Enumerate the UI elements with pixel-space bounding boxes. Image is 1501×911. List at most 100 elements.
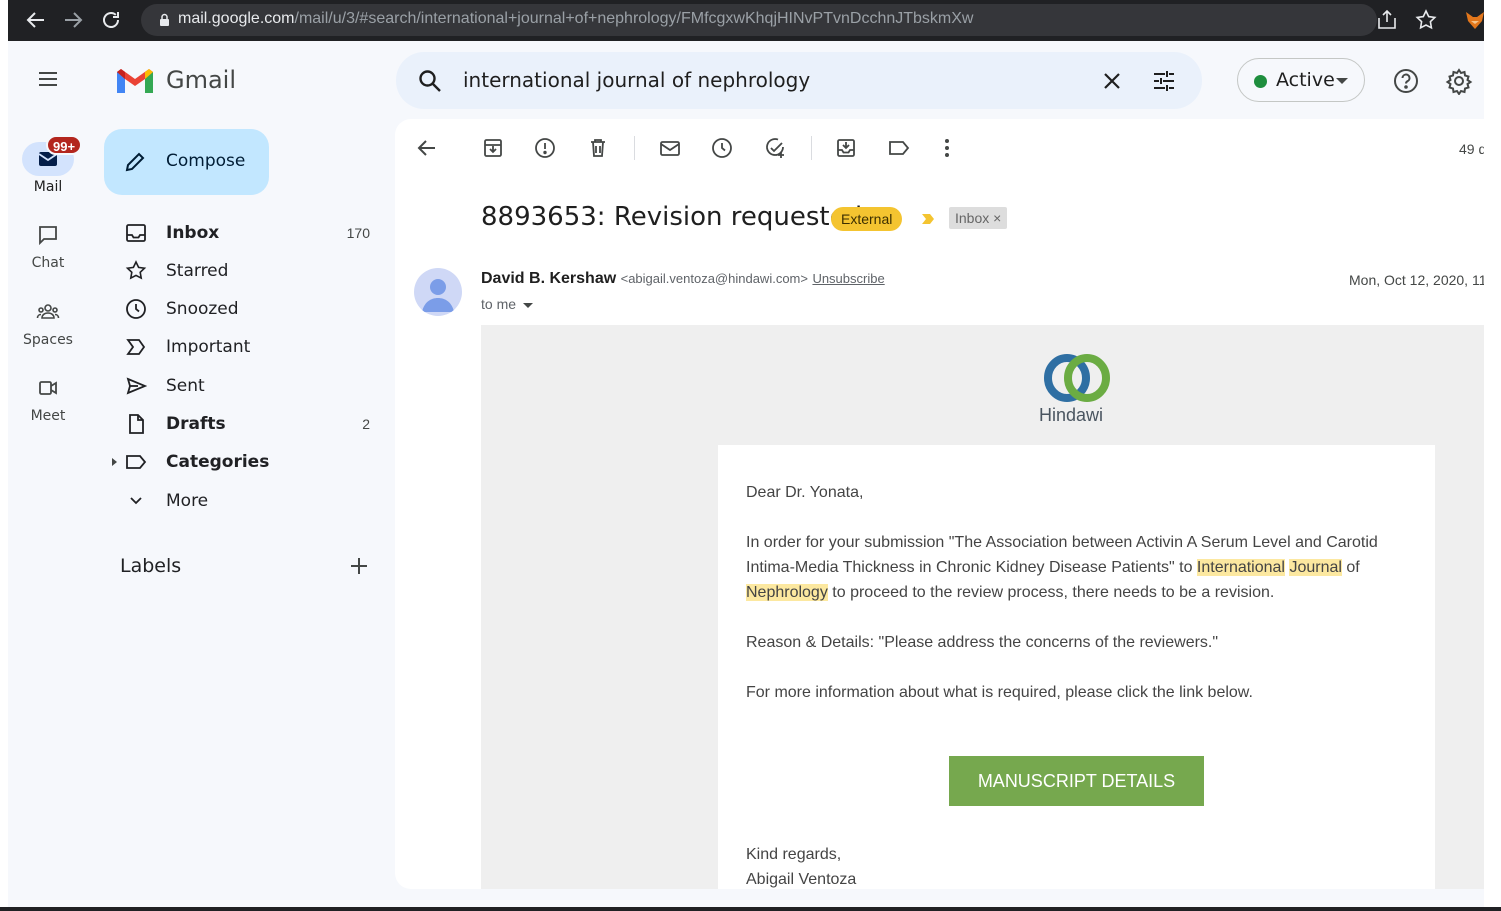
- sidebar-item-count: 170: [346, 225, 370, 241]
- search-highlight: Journal: [1289, 559, 1342, 576]
- external-badge: External: [831, 207, 903, 231]
- gear-icon[interactable]: [1445, 67, 1473, 96]
- labels-heading: Labels: [120, 555, 182, 577]
- search-bar[interactable]: international journal of nephrology: [396, 52, 1202, 109]
- sidebar-item-snoozed[interactable]: Snoozed: [104, 292, 382, 326]
- sender-email: <abigail.ventoza@hindawi.com>: [620, 271, 808, 286]
- back-arrow-icon[interactable]: [415, 136, 439, 160]
- spaces-icon: [36, 304, 60, 319]
- importance-marker-icon[interactable]: [921, 212, 935, 226]
- status-dot: [1254, 75, 1267, 88]
- reload-icon[interactable]: [99, 8, 123, 32]
- sidebar-item-inbox[interactable]: Inbox 170: [104, 216, 382, 250]
- fox-icon[interactable]: [1464, 10, 1486, 30]
- more-vert-icon[interactable]: [935, 136, 959, 160]
- info-paragraph: For more information about what is requi…: [746, 684, 1253, 701]
- chevron-right-icon[interactable]: [112, 458, 117, 466]
- message-subject: 8893653: Revision requested: [481, 202, 863, 232]
- sidebar-item-label: Snoozed: [166, 299, 239, 319]
- label-icon: [126, 455, 147, 469]
- sidebar-item-label: More: [166, 491, 209, 511]
- paragraph-text: to proceed to the review process, there …: [827, 584, 1275, 601]
- rail-label: Spaces: [23, 332, 73, 348]
- rail-pill-meet: [22, 371, 74, 405]
- pencil-icon: [125, 152, 145, 172]
- chevron-down-icon: [1336, 78, 1348, 84]
- star-icon[interactable]: [1414, 8, 1438, 32]
- submission-paragraph: In order for your submission "The Associ…: [746, 530, 1418, 605]
- menu-icon[interactable]: [36, 67, 60, 91]
- unsubscribe-link[interactable]: Unsubscribe: [812, 271, 884, 286]
- email-body: Hindawi Dear Dr. Yonata, In order for yo…: [481, 325, 1484, 889]
- mark-unread-icon[interactable]: [658, 136, 682, 160]
- search-icon[interactable]: [417, 68, 443, 94]
- report-spam-icon[interactable]: [533, 136, 557, 160]
- star-icon: [125, 260, 147, 280]
- sidebar-item-label: Categories: [166, 452, 270, 472]
- sidebar-item-sent[interactable]: Sent: [104, 369, 382, 403]
- inbox-label-chip[interactable]: Inbox ×: [949, 207, 1008, 229]
- address-bar[interactable]: mail.google.com/mail/u/3/#search/interna…: [141, 4, 1377, 36]
- status-label: Active: [1276, 69, 1335, 91]
- sidebar-item-label: Inbox: [166, 223, 220, 243]
- help-icon[interactable]: [1392, 67, 1420, 95]
- sidebar-item-label: Important: [166, 337, 251, 357]
- search-input[interactable]: international journal of nephrology: [463, 68, 810, 92]
- compose-label: Compose: [166, 151, 246, 171]
- gmail-app: Gmail international journal of nephrolog…: [8, 41, 1484, 911]
- sidebar-item-label: Drafts: [166, 414, 226, 434]
- lock-icon: [160, 13, 169, 26]
- recipient-details[interactable]: to me: [481, 296, 534, 312]
- rail-item-meet[interactable]: Meet: [8, 371, 88, 424]
- draft-icon: [129, 414, 144, 434]
- snooze-icon[interactable]: [710, 136, 734, 160]
- pagination-count: 49 d: [1459, 141, 1484, 157]
- rail-label: Mail: [33, 179, 63, 195]
- toolbar-divider: [634, 136, 635, 160]
- rail-pill-spaces: [22, 295, 74, 329]
- plus-icon[interactable]: [348, 555, 370, 577]
- hindawi-logo-icon: [1044, 354, 1110, 402]
- reason-paragraph: Reason & Details: "Please address the co…: [746, 634, 1219, 651]
- sidebar-item-label: Starred: [166, 261, 229, 281]
- email-card: Dear Dr. Yonata, In order for your submi…: [718, 445, 1435, 889]
- sidebar-item-label: Sent: [166, 376, 205, 396]
- gmail-wordmark[interactable]: Gmail: [166, 66, 236, 94]
- sidebar-item-categories[interactable]: Categories: [104, 445, 382, 479]
- important-icon: [126, 339, 146, 355]
- sidebar-item-more[interactable]: More: [104, 484, 382, 518]
- chevron-down-icon: [130, 497, 142, 505]
- close-icon[interactable]: [1099, 68, 1125, 94]
- rail-pill-chat: [22, 218, 74, 252]
- sidebar-item-count: 2: [362, 416, 370, 432]
- snooze-icon: [126, 299, 146, 319]
- sidebar-item-important[interactable]: Important: [104, 330, 382, 364]
- sidebar-item-drafts[interactable]: Drafts 2: [104, 407, 382, 441]
- label-icon[interactable]: [887, 136, 911, 160]
- add-task-icon[interactable]: [763, 136, 787, 160]
- meet-icon: [39, 381, 57, 395]
- toolbar-divider: [811, 136, 812, 160]
- rail-item-chat[interactable]: Chat: [8, 218, 88, 271]
- share-icon[interactable]: [1375, 8, 1399, 32]
- compose-button[interactable]: Compose: [104, 129, 269, 195]
- tune-icon[interactable]: [1151, 68, 1177, 94]
- url-text: mail.google.com/mail/u/3/#search/interna…: [178, 10, 974, 27]
- rail-label: Chat: [31, 255, 65, 271]
- browser-toolbar: mail.google.com/mail/u/3/#search/interna…: [8, 0, 1484, 41]
- message-date: Mon, Oct 12, 2020, 11: [1349, 272, 1484, 288]
- signature: Abigail Ventoza: [746, 871, 857, 888]
- closing: Kind regards,: [746, 846, 842, 863]
- rail-item-spaces[interactable]: Spaces: [8, 295, 88, 348]
- move-to-icon[interactable]: [834, 136, 858, 160]
- sender-name[interactable]: David B. Kershaw: [481, 270, 616, 287]
- archive-icon[interactable]: [481, 136, 505, 160]
- status-selector[interactable]: Active: [1237, 58, 1365, 102]
- forward-arrow-icon[interactable]: [61, 8, 85, 32]
- brand-name: Hindawi: [1039, 405, 1104, 425]
- delete-icon[interactable]: [586, 136, 610, 160]
- back-arrow-icon[interactable]: [24, 8, 48, 32]
- manuscript-details-button[interactable]: MANUSCRIPT DETAILS: [949, 756, 1204, 806]
- sidebar-item-starred[interactable]: Starred: [104, 254, 382, 288]
- paragraph-text: of: [1346, 559, 1360, 576]
